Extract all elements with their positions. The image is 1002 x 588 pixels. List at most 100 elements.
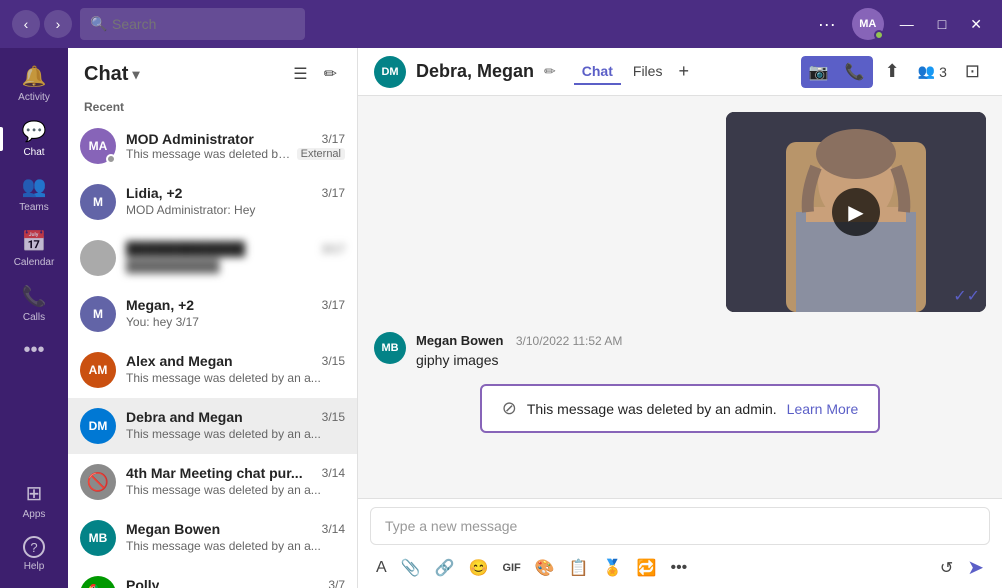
chat-name: Debra and Megan (126, 409, 243, 425)
list-item[interactable]: M Lidia, +2 3/17 MOD Administrator: Hey (68, 174, 357, 230)
sidebar-label-teams: Teams (19, 202, 48, 213)
minimize-button[interactable]: — (892, 12, 922, 36)
new-chat-button[interactable]: ✏ (320, 60, 341, 88)
chat-date: 3/14 (322, 466, 345, 480)
sidebar-item-apps[interactable]: ⊞ Apps (23, 473, 46, 528)
filter-button[interactable]: ☰ (289, 60, 311, 88)
status-dot (106, 154, 116, 164)
list-item[interactable]: 🦜 Polly 3/7 Your polly results are in! (68, 566, 357, 588)
calls-icon: 📞 (22, 284, 47, 309)
praise-button[interactable]: 🏅 (597, 554, 629, 582)
chat-list-header: Chat ▾ ☰ ✏ (68, 48, 357, 96)
gif-button[interactable]: GIF (496, 558, 526, 578)
nav-buttons: ‹ › (12, 10, 72, 38)
chat-preview: This message was deleted by an a... (126, 371, 321, 385)
loop-action-button[interactable]: ↺ (934, 554, 959, 582)
message-input[interactable]: Type a new message (370, 507, 990, 545)
list-item[interactable]: 🚫 4th Mar Meeting chat pur... 3/14 This … (68, 454, 357, 510)
send-button[interactable]: ➤ (961, 551, 990, 584)
chat-name: Polly (126, 577, 159, 588)
list-item[interactable]: MA MOD Administrator 3/17 This message w… (68, 118, 357, 174)
share-screen-button[interactable]: ⬆ (879, 57, 906, 86)
sidebar: 🔔 Activity 💬 Chat 👥 Teams 📅 Calendar 📞 C… (0, 48, 68, 588)
schedule-button[interactable]: 📋 (563, 554, 595, 582)
apps-icon: ⊞ (26, 481, 43, 506)
chat-date: 3/17 (322, 298, 345, 312)
deleted-text: This message was deleted by an admin. (527, 401, 777, 417)
message-sender: Megan Bowen (416, 333, 503, 348)
titlebar-right: ··· MA — □ ✕ (810, 8, 990, 40)
external-tag: External (297, 148, 345, 160)
chat-info: Alex and Megan 3/15 This message was del… (126, 353, 345, 387)
participants-button[interactable]: 👥 3 (912, 59, 953, 84)
tab-chat[interactable]: Chat (574, 59, 621, 85)
link-button[interactable]: 🔗 (429, 554, 461, 582)
forward-button[interactable]: › (44, 10, 72, 38)
add-tab-button[interactable]: + (674, 57, 693, 86)
sidebar-item-teams[interactable]: 👥 Teams (0, 166, 68, 221)
chat-name: Alex and Megan (126, 353, 233, 369)
maximize-button[interactable]: □ (930, 12, 954, 36)
sidebar-item-calls[interactable]: 📞 Calls (0, 276, 68, 331)
chat-input-area: Type a new message A 📎 🔗 😊 GIF 🎨 📋 🏅 🔁 •… (358, 498, 1002, 588)
tab-files[interactable]: Files (625, 59, 671, 85)
sidebar-item-chat[interactable]: 💬 Chat (0, 111, 68, 166)
video-call-button[interactable]: 📷 (801, 56, 837, 88)
sidebar-label-chat: Chat (23, 147, 44, 158)
deleted-message-notice: ⊘ This message was deleted by an admin. … (480, 384, 881, 433)
sidebar-label-activity: Activity (18, 92, 50, 103)
more-button[interactable]: ··· (810, 10, 844, 39)
titlebar: ‹ › 🔍 ··· MA — □ ✕ (0, 0, 1002, 48)
sticker-button[interactable]: 🎨 (529, 554, 561, 582)
user-avatar-badge[interactable]: MA (852, 8, 884, 40)
chat-preview: This message was deleted by an a... (126, 483, 321, 497)
chat-info: ████████████ 3/17 ███████████ (126, 241, 345, 275)
avatar: 🦜 (80, 576, 116, 588)
online-status-dot (874, 30, 884, 40)
chat-info: Polly 3/7 Your polly results are in! (126, 577, 345, 588)
chat-info: 4th Mar Meeting chat pur... 3/14 This me… (126, 465, 345, 499)
more-tools-button[interactable]: ••• (664, 555, 693, 581)
more-actions-button[interactable]: ⊡ (959, 57, 986, 86)
chat-title-text: Chat (84, 63, 128, 86)
chat-list-title[interactable]: Chat ▾ (84, 63, 139, 86)
message-group: MB Megan Bowen 3/10/2022 11:52 AM giphy … (374, 332, 986, 368)
emoji-button[interactable]: 😊 (463, 554, 495, 582)
chat-date: 3/15 (322, 410, 345, 424)
list-item[interactable]: ████████████ 3/17 ███████████ (68, 230, 357, 286)
chat-date: 3/17 (322, 132, 345, 146)
chat-name: 4th Mar Meeting chat pur... (126, 465, 303, 481)
list-item[interactable]: AM Alex and Megan 3/15 This message was … (68, 342, 357, 398)
loop-button[interactable]: 🔁 (631, 554, 663, 582)
message-content: Megan Bowen 3/10/2022 11:52 AM giphy ima… (416, 332, 986, 368)
search-input[interactable] (80, 8, 305, 40)
chat-date: 3/14 (322, 522, 345, 536)
edit-contact-icon[interactable]: ✏ (544, 63, 556, 80)
video-thumbnail[interactable]: ▶ ✓✓ (726, 112, 986, 312)
list-item[interactable]: MB Megan Bowen 3/14 This message was del… (68, 510, 357, 566)
list-item[interactable]: M Megan, +2 3/17 You: hey 3/17 (68, 286, 357, 342)
format-button[interactable]: A (370, 555, 393, 581)
chat-name: MOD Administrator (126, 131, 254, 147)
attach-button[interactable]: 📎 (395, 554, 427, 582)
avatar: MA (80, 128, 116, 164)
audio-call-button[interactable]: 📞 (837, 56, 873, 88)
chat-icon: 💬 (22, 119, 47, 144)
call-buttons: 📷 📞 (801, 56, 873, 88)
sidebar-item-activity[interactable]: 🔔 Activity (0, 56, 68, 111)
message-time: 3/10/2022 11:52 AM (516, 334, 623, 348)
sidebar-item-more[interactable]: ••• (0, 331, 68, 370)
close-button[interactable]: ✕ (962, 12, 990, 37)
input-toolbar: A 📎 🔗 😊 GIF 🎨 📋 🏅 🔁 ••• ↺ ➤ (370, 551, 990, 584)
sidebar-item-calendar[interactable]: 📅 Calendar (0, 221, 68, 276)
list-item[interactable]: DM Debra and Megan 3/15 This message was… (68, 398, 357, 454)
chat-main: DM Debra, Megan ✏ Chat Files + 📷 📞 ⬆ 👥 3… (358, 48, 1002, 588)
sidebar-bottom: ⊞ Apps ? Help (23, 473, 46, 580)
play-button[interactable]: ▶ (832, 188, 880, 236)
learn-more-link[interactable]: Learn More (787, 401, 859, 417)
back-button[interactable]: ‹ (12, 10, 40, 38)
chat-date: 3/17 (322, 186, 345, 200)
chat-preview: This message was deleted by an a... (126, 427, 321, 441)
sidebar-item-help[interactable]: ? Help (23, 528, 46, 580)
contact-name: Debra, Megan (416, 61, 534, 82)
